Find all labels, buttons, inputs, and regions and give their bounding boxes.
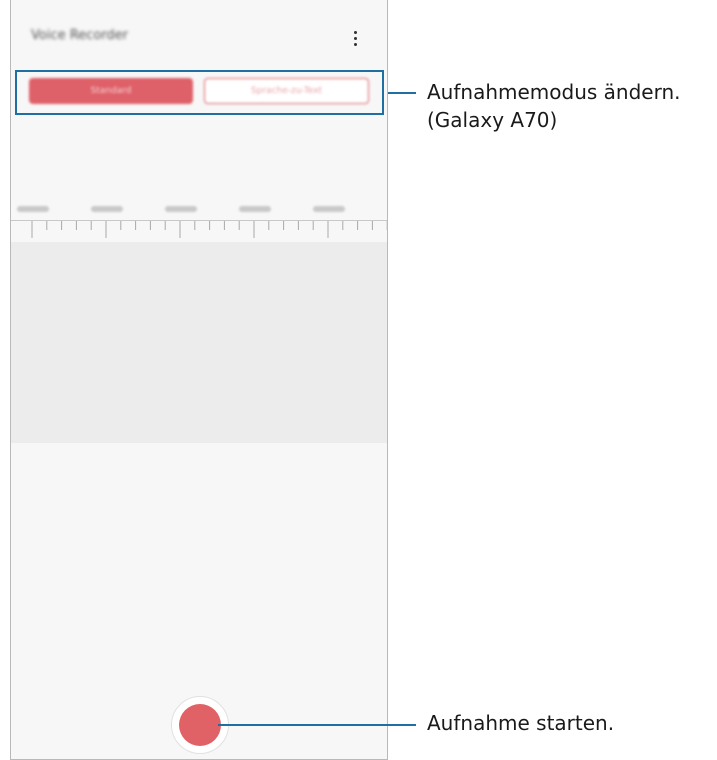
phone-screen: Voice Recorder Standard Sprache-zu-Text <box>10 0 388 760</box>
mode-callout-line1: Aufnahmemodus ändern. <box>427 80 681 104</box>
timeline-time-label <box>313 206 345 212</box>
timeline-time-label <box>17 206 49 212</box>
dot <box>353 30 357 34</box>
waveform-area <box>11 242 387 443</box>
mode-callout-line2: (Galaxy A70) <box>427 108 558 132</box>
speech-to-text-mode-button[interactable]: Sprache-zu-Text <box>204 78 369 104</box>
timeline-time-label <box>91 206 123 212</box>
record-callout-text: Aufnahme starten. <box>427 711 615 735</box>
more-options-icon[interactable] <box>347 26 363 50</box>
timeline-ruler <box>11 220 387 238</box>
record-callout-line <box>218 724 416 726</box>
record-button[interactable] <box>179 704 221 746</box>
app-title: Voice Recorder <box>31 28 128 43</box>
timeline-time-label <box>239 206 271 212</box>
mode-callout-line <box>388 92 416 94</box>
timeline-time-label <box>165 206 197 212</box>
dot <box>353 42 357 46</box>
standard-mode-button[interactable]: Standard <box>29 78 193 104</box>
dot <box>353 36 357 40</box>
